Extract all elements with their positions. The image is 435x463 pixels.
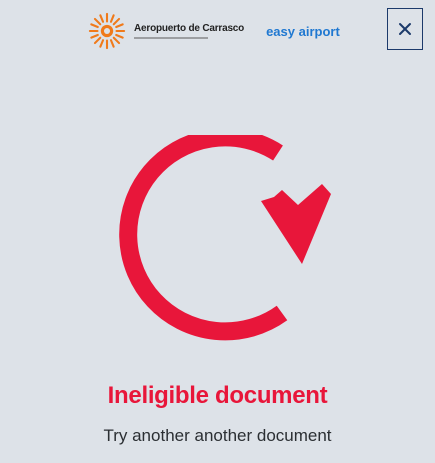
header: Aeropuerto de Carrasco easy airport [0, 0, 435, 64]
partner-logo: easy airport [266, 24, 340, 39]
logo-group: Aeropuerto de Carrasco easy airport [88, 10, 340, 52]
partner-logo-text: easy airport [266, 23, 340, 39]
error-title: Ineligible document [107, 382, 328, 409]
retry-icon [119, 135, 331, 341]
close-icon [399, 23, 411, 35]
airport-logo-tagline-line [134, 36, 208, 39]
sun-logo-icon [88, 12, 126, 50]
close-button[interactable] [387, 8, 423, 50]
error-subtitle: Try another another document [103, 426, 332, 445]
airport-logo-text: Aeropuerto de Carrasco [134, 22, 245, 34]
airport-logo: Aeropuerto de Carrasco [134, 22, 245, 39]
